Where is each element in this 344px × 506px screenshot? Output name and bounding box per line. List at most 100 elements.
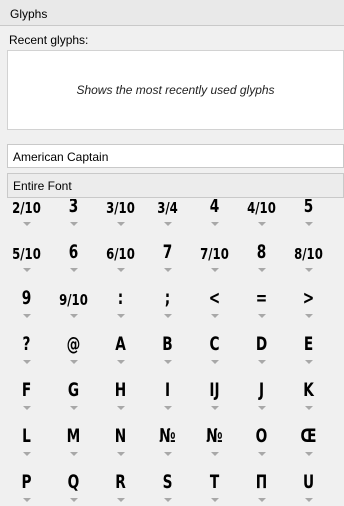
alternates-arrow-icon[interactable] bbox=[304, 360, 313, 364]
alternates-arrow-icon[interactable] bbox=[304, 452, 313, 456]
alternates-arrow-icon[interactable] bbox=[163, 268, 172, 272]
alternates-arrow-icon[interactable] bbox=[116, 268, 125, 272]
glyph-cell[interactable]: 8 bbox=[238, 228, 285, 274]
glyph-set-dropdown[interactable]: Entire Font bbox=[7, 173, 344, 198]
glyph-cell[interactable]: G bbox=[50, 366, 97, 412]
alternates-arrow-icon[interactable] bbox=[210, 406, 219, 410]
glyph-cell[interactable]: ; bbox=[144, 274, 191, 320]
glyph-cell[interactable]: 5/10 bbox=[3, 228, 50, 274]
alternates-arrow-icon[interactable] bbox=[257, 498, 266, 502]
glyph-cell[interactable]: R bbox=[97, 458, 144, 504]
glyph-cell[interactable]: U bbox=[285, 458, 332, 504]
glyph-cell[interactable]: J bbox=[238, 366, 285, 412]
glyph-cell[interactable]: Œ bbox=[285, 412, 332, 458]
glyph-cell[interactable]: = bbox=[238, 274, 285, 320]
alternates-arrow-icon[interactable] bbox=[304, 314, 313, 318]
glyph-cell[interactable]: B bbox=[144, 320, 191, 366]
alternates-arrow-icon[interactable] bbox=[69, 498, 78, 502]
alternates-arrow-icon[interactable] bbox=[22, 360, 31, 364]
glyph-cell[interactable]: 4/10 bbox=[238, 199, 285, 228]
glyph-cell[interactable]: 7/10 bbox=[191, 228, 238, 274]
alternates-arrow-icon[interactable] bbox=[304, 406, 313, 410]
glyph-cell[interactable]: 9/10 bbox=[50, 274, 97, 320]
glyph-cell[interactable]: 4 bbox=[191, 199, 238, 228]
glyph-cell[interactable]: M bbox=[50, 412, 97, 458]
alternates-arrow-icon[interactable] bbox=[22, 314, 31, 318]
glyph-cell[interactable]: 2/10 bbox=[3, 199, 50, 228]
alternates-arrow-icon[interactable] bbox=[69, 222, 78, 226]
glyph-cell[interactable]: S bbox=[144, 458, 191, 504]
alternates-arrow-icon[interactable] bbox=[257, 314, 266, 318]
glyph-cell[interactable]: O bbox=[238, 412, 285, 458]
alternates-arrow-icon[interactable] bbox=[22, 406, 31, 410]
glyph-cell[interactable]: F bbox=[3, 366, 50, 412]
glyph-cell[interactable]: I bbox=[144, 366, 191, 412]
alternates-arrow-icon[interactable] bbox=[304, 498, 313, 502]
alternates-arrow-icon[interactable] bbox=[163, 498, 172, 502]
alternates-arrow-icon[interactable] bbox=[22, 498, 31, 502]
glyph-cell[interactable]: 5 bbox=[285, 199, 332, 228]
alternates-arrow-icon[interactable] bbox=[69, 314, 78, 318]
glyph-cell[interactable]: D bbox=[238, 320, 285, 366]
glyph-cell[interactable]: C bbox=[191, 320, 238, 366]
alternates-arrow-icon[interactable] bbox=[69, 268, 78, 272]
glyph-cell[interactable]: Q bbox=[50, 458, 97, 504]
glyph-cell[interactable]: IJ bbox=[191, 366, 238, 412]
alternates-arrow-icon[interactable] bbox=[210, 314, 219, 318]
alternates-arrow-icon[interactable] bbox=[210, 222, 219, 226]
font-family-field[interactable]: American Captain bbox=[7, 144, 344, 168]
glyph-cell[interactable]: Π bbox=[238, 458, 285, 504]
alternates-arrow-icon[interactable] bbox=[163, 452, 172, 456]
glyph-cell[interactable]: L bbox=[3, 412, 50, 458]
glyph-cell[interactable]: < bbox=[191, 274, 238, 320]
glyph-cell[interactable]: T bbox=[191, 458, 238, 504]
alternates-arrow-icon[interactable] bbox=[257, 452, 266, 456]
alternates-arrow-icon[interactable] bbox=[116, 222, 125, 226]
alternates-arrow-icon[interactable] bbox=[116, 360, 125, 364]
alternates-arrow-icon[interactable] bbox=[210, 268, 219, 272]
glyph-cell[interactable]: 6/10 bbox=[97, 228, 144, 274]
glyph-cell[interactable]: 7 bbox=[144, 228, 191, 274]
glyph-cell[interactable]: N bbox=[97, 412, 144, 458]
glyph-cell[interactable]: 9 bbox=[3, 274, 50, 320]
alternates-arrow-icon[interactable] bbox=[257, 268, 266, 272]
glyph-cell[interactable]: 3/10 bbox=[97, 199, 144, 228]
alternates-arrow-icon[interactable] bbox=[69, 360, 78, 364]
glyph-cell[interactable]: 3/4 bbox=[144, 199, 191, 228]
alternates-arrow-icon[interactable] bbox=[163, 406, 172, 410]
glyph-cell[interactable]: ? bbox=[3, 320, 50, 366]
alternates-arrow-icon[interactable] bbox=[304, 222, 313, 226]
alternates-arrow-icon[interactable] bbox=[116, 452, 125, 456]
glyph-cell[interactable]: 6 bbox=[50, 228, 97, 274]
alternates-arrow-icon[interactable] bbox=[116, 314, 125, 318]
alternates-arrow-icon[interactable] bbox=[22, 222, 31, 226]
alternates-arrow-icon[interactable] bbox=[163, 360, 172, 364]
alternates-arrow-icon[interactable] bbox=[69, 406, 78, 410]
alternates-arrow-icon[interactable] bbox=[257, 222, 266, 226]
glyph-cell[interactable]: H bbox=[97, 366, 144, 412]
alternates-arrow-icon[interactable] bbox=[116, 406, 125, 410]
alternates-arrow-icon[interactable] bbox=[22, 452, 31, 456]
glyph-cell[interactable]: 8/10 bbox=[285, 228, 332, 274]
glyph-cell[interactable]: K bbox=[285, 366, 332, 412]
glyph-cell[interactable]: > bbox=[285, 274, 332, 320]
glyph-cell[interactable]: : bbox=[97, 274, 144, 320]
glyph-cell[interactable]: 3 bbox=[50, 199, 97, 228]
glyph-cell[interactable]: № bbox=[144, 412, 191, 458]
alternates-arrow-icon[interactable] bbox=[257, 406, 266, 410]
alternates-arrow-icon[interactable] bbox=[22, 268, 31, 272]
glyph-cell[interactable]: E bbox=[285, 320, 332, 366]
alternates-arrow-icon[interactable] bbox=[163, 314, 172, 318]
alternates-arrow-icon[interactable] bbox=[116, 498, 125, 502]
alternates-arrow-icon[interactable] bbox=[163, 222, 172, 226]
alternates-arrow-icon[interactable] bbox=[304, 268, 313, 272]
glyph-cell[interactable]: @ bbox=[50, 320, 97, 366]
alternates-arrow-icon[interactable] bbox=[210, 498, 219, 502]
alternates-arrow-icon[interactable] bbox=[69, 452, 78, 456]
glyph-cell[interactable]: A bbox=[97, 320, 144, 366]
glyph-cell[interactable]: P bbox=[3, 458, 50, 504]
glyph-cell[interactable]: № bbox=[191, 412, 238, 458]
alternates-arrow-icon[interactable] bbox=[210, 360, 219, 364]
alternates-arrow-icon[interactable] bbox=[257, 360, 266, 364]
recent-glyphs-box[interactable]: Shows the most recently used glyphs bbox=[7, 50, 344, 130]
